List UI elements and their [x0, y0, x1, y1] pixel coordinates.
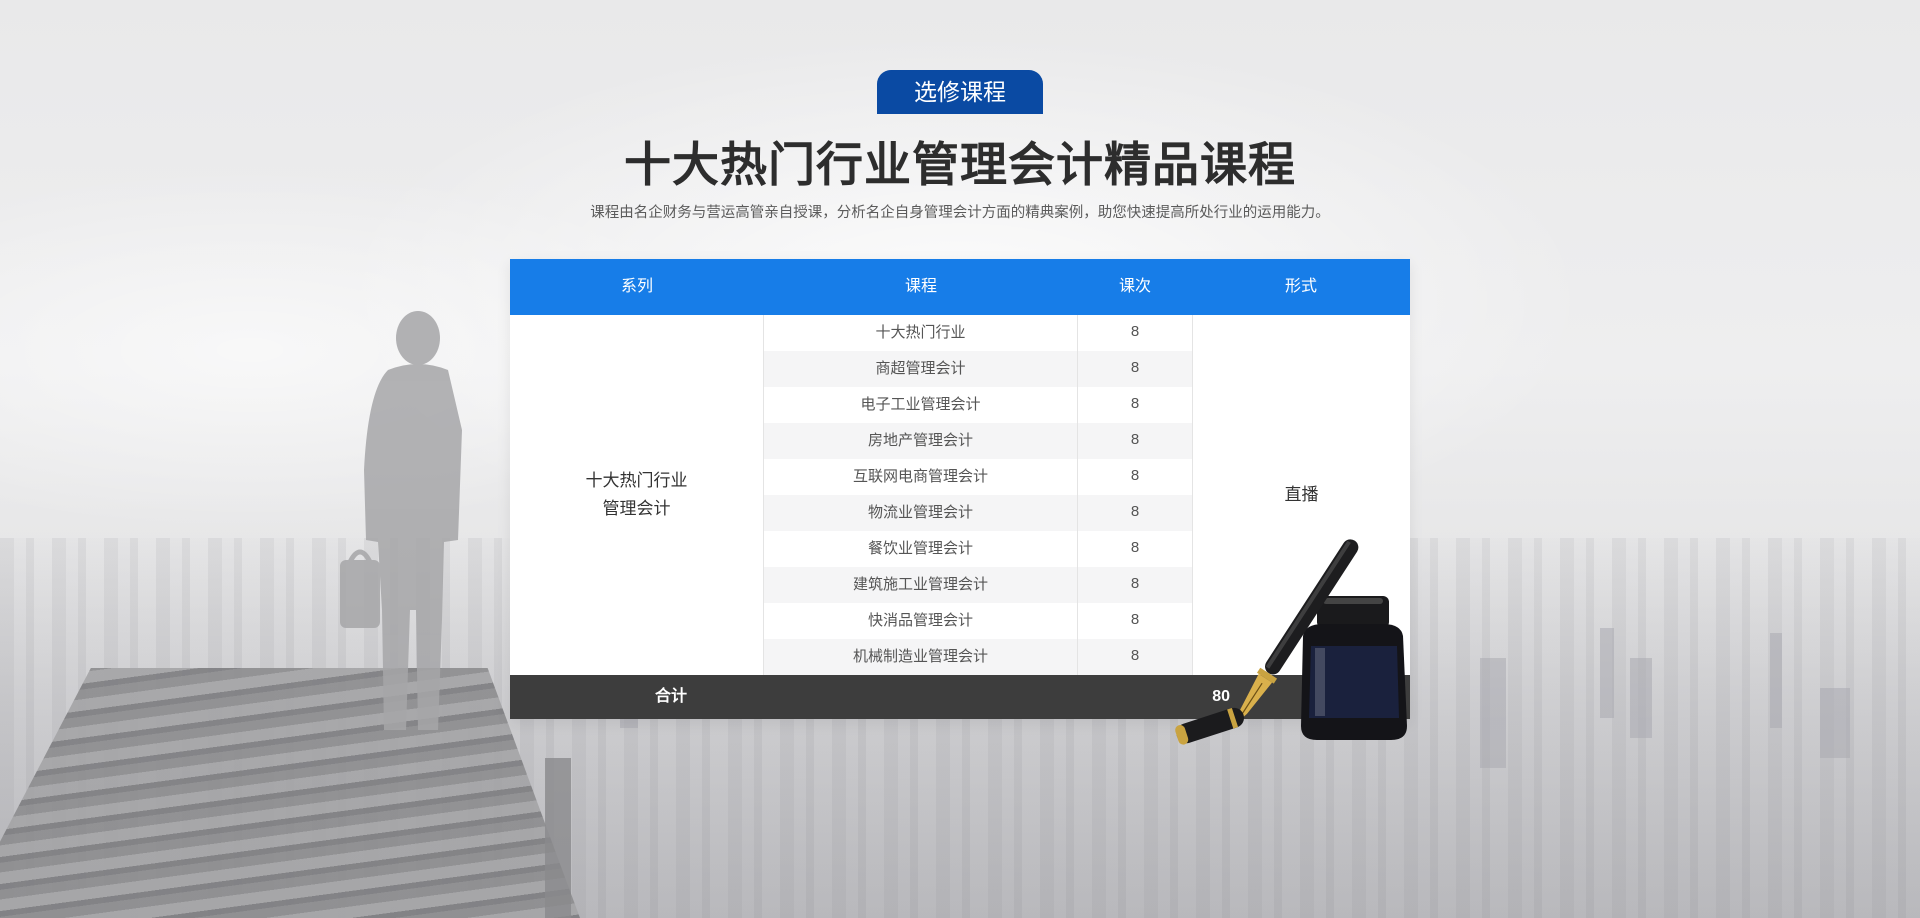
table-row: 十大热门行业 8 [764, 315, 1192, 351]
table-row: 机械制造业管理会计 8 [764, 639, 1192, 675]
course-name: 建筑施工业管理会计 [764, 567, 1078, 603]
table-row: 建筑施工业管理会计 8 [764, 567, 1192, 603]
series-cell: 十大热门行业 管理会计 [510, 315, 764, 675]
course-rows: 十大热门行业 8 商超管理会计 8 电子工业管理会计 8 房地产管理会计 8 互联网电商… [764, 315, 1192, 675]
page-title: 十大热门行业管理会计精品课程 [624, 138, 1296, 191]
course-name: 餐饮业管理会计 [764, 531, 1078, 567]
course-name: 商超管理会计 [764, 351, 1078, 387]
table-row: 商超管理会计 8 [764, 351, 1192, 387]
format-value: 直播 [1284, 485, 1319, 504]
course-name: 物流业管理会计 [764, 495, 1078, 531]
table-row: 电子工业管理会计 8 [764, 387, 1192, 423]
session-count: 8 [1130, 323, 1140, 340]
session-count: 8 [1130, 503, 1140, 520]
course-name: 房地产管理会计 [764, 423, 1078, 459]
course-name: 十大热门行业 [764, 315, 1078, 351]
header-course: 课程 [904, 278, 937, 295]
session-count: 8 [1130, 431, 1140, 448]
table-row: 互联网电商管理会计 8 [764, 459, 1192, 495]
course-name: 快消品管理会计 [764, 603, 1078, 639]
series-name-line2: 管理会计 [602, 499, 671, 518]
course-name: 机械制造业管理会计 [764, 639, 1078, 675]
header-format: 形式 [1284, 278, 1317, 295]
elective-course-badge: 选修课程 [877, 70, 1043, 114]
session-count: 8 [1130, 395, 1140, 412]
session-count: 8 [1130, 359, 1140, 376]
table-row: 快消品管理会计 8 [764, 603, 1192, 639]
series-name-line1: 十大热门行业 [585, 471, 688, 490]
table-row: 餐饮业管理会计 8 [764, 531, 1192, 567]
header-series: 系列 [620, 278, 653, 295]
fountain-pen-ink-bottle-icon [1175, 539, 1407, 745]
course-name: 互联网电商管理会计 [764, 459, 1078, 495]
page-subtitle: 课程由名企财务与营运高管亲自授课，分析名企自身管理会计方面的精典案例，助您快速提… [590, 205, 1330, 221]
pier-post [545, 758, 571, 918]
course-name: 电子工业管理会计 [764, 387, 1078, 423]
table-row: 房地产管理会计 8 [764, 423, 1192, 459]
table-row: 物流业管理会计 8 [764, 495, 1192, 531]
session-count: 8 [1130, 467, 1140, 484]
businessman-silhouette-icon [340, 311, 462, 730]
table-header: 系列 课程 课次 形式 [510, 259, 1410, 315]
header-sessions: 课次 [1118, 278, 1151, 295]
total-label: 合计 [654, 688, 687, 705]
